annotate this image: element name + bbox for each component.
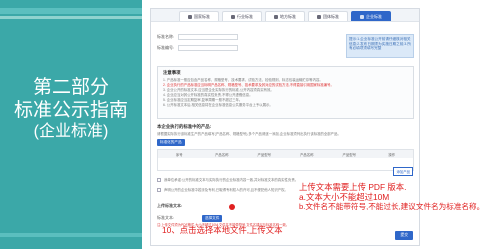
- column-header: 操作: [388, 152, 396, 157]
- notice-line: 6. 公开标准文本后,相关信息将在企业标准信息公共服务平台上予以展示。: [163, 102, 273, 107]
- annotation-marker: [229, 204, 235, 210]
- tab-label: 国家标准: [194, 13, 210, 19]
- products-title: 本企业执行的标准中的产品:: [157, 124, 212, 129]
- products-table: 序号 产品名称 产品型号 产品名称 产品型号 操作: [157, 149, 414, 171]
- column-header: 产品型号: [257, 152, 272, 157]
- upload-file-label: 标准文本:: [157, 215, 175, 220]
- tab-enterprise-standard[interactable]: 企业标准: [351, 11, 391, 21]
- add-product-button[interactable]: 添加产品: [393, 167, 413, 176]
- decor-stripe: [0, 16, 142, 19]
- flag-icon: [188, 14, 192, 19]
- standardized-products-button[interactable]: 标准化的产品: [157, 139, 185, 146]
- doc-icon: [231, 14, 235, 19]
- tab-label: 地方标准: [280, 13, 296, 19]
- column-header: 产品名称: [214, 152, 229, 157]
- map-icon: [274, 14, 278, 19]
- tab-label: 行业标准: [237, 13, 253, 19]
- section-title-part: 第二部分: [32, 77, 109, 98]
- section-title-guide: 标准公示指南: [13, 100, 128, 121]
- patent-text: 声明公开的企业标准中若涉及专利,已取得专利权人的许可,且不侵犯他人知识产权。: [164, 188, 288, 192]
- tab-label: 企业标准: [366, 13, 382, 19]
- code-label: 标准编号:: [157, 45, 175, 50]
- commitment-text: 我单位承诺:公开的标准文本与实际执行的企业标准内容一致,并对标准文本的真实性负责…: [164, 178, 299, 182]
- left-title-panel: 第二部分 标准公示指南 (企业标准): [0, 0, 142, 249]
- column-header: 产品名称: [299, 152, 314, 157]
- submit-button[interactable]: 提交: [395, 231, 413, 240]
- patent-checkbox[interactable]: [157, 187, 161, 192]
- notice-title: 注意事项: [163, 70, 181, 75]
- name-row: 标准名称:: [157, 34, 239, 40]
- tab-local-standard[interactable]: 地方标准: [265, 11, 305, 21]
- tab-label: 团体标准: [323, 13, 339, 19]
- table-body: [158, 158, 413, 170]
- annotation-size-limit: a.文本大小不能超过10M: [299, 192, 390, 202]
- tab-bar: 国家标准 行业标准 地方标准 团体标准 企业标准: [151, 9, 419, 22]
- hint-box: 提示:1.企业标准公开前请仔细核对相关信息;2.发布日期须为实施日期之前;3.所…: [346, 34, 414, 58]
- tab-group-standard[interactable]: 团体标准: [308, 11, 348, 21]
- choose-file-button[interactable]: 选择文件: [202, 215, 223, 222]
- group-icon: [317, 14, 321, 19]
- tab-industry-standard[interactable]: 行业标准: [222, 11, 262, 21]
- name-input[interactable]: [178, 34, 239, 40]
- code-row: 标准编号:: [157, 45, 239, 51]
- upload-section-label: 上传标准文本:: [157, 203, 183, 208]
- annotation-upload-pdf: 上传文本需要上传 PDF 版本.: [299, 182, 407, 192]
- name-label: 标准名称:: [157, 34, 175, 39]
- annotation-filename-rule: b.文件名不能带符号,不能过长,建议文件名为标准名称。: [299, 202, 485, 211]
- notice-box: 注意事项 1. 产品标准一般应包含产品名称、规格型号、技术要求、试验方法、检验规…: [157, 66, 414, 119]
- section-title-category: (企业标准): [33, 123, 109, 140]
- decor-stripe: [0, 233, 142, 237]
- tab-national-standard[interactable]: 国家标准: [179, 11, 219, 21]
- table-header: 序号 产品名称 产品型号 产品名称 产品型号 操作: [158, 150, 413, 158]
- commitment-check-row: 我单位承诺:公开的标准文本与实际执行的企业标准内容一致,并对标准文本的真实性负责…: [157, 177, 298, 182]
- column-header: 产品型号: [342, 152, 357, 157]
- annotation-step-10: 10、点击选择本地文件,上传文本: [162, 225, 283, 235]
- column-header: 序号: [175, 152, 183, 157]
- products-desc: 请根据实际执行该标准生产的产品填写(产品名称、规格型号),多个产品请逐一添加,企…: [157, 132, 341, 136]
- slide: 第二部分 标准公示指南 (企业标准) 国家标准 行业标准 地方标准 团体标准 企…: [0, 0, 498, 249]
- commitment-checkbox[interactable]: [157, 177, 161, 182]
- building-icon: [360, 14, 364, 19]
- patent-check-row: 声明公开的企业标准中若涉及专利,已取得专利权人的许可,且不侵犯他人知识产权。: [157, 187, 288, 192]
- decor-stripe: [0, 8, 142, 14]
- code-input[interactable]: [178, 45, 239, 51]
